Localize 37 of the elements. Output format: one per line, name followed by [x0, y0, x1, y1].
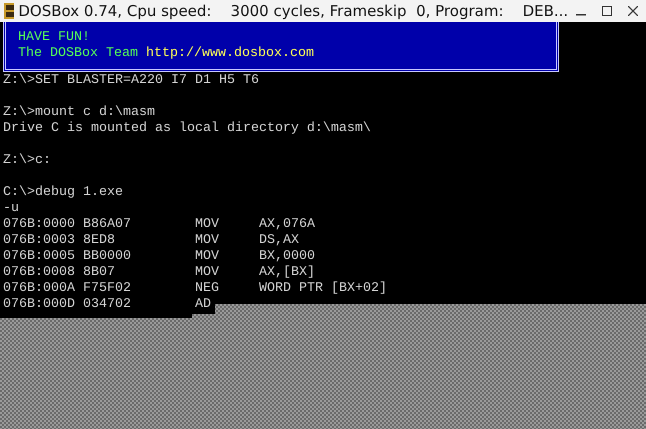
machine-code-text: B86A07 [83, 217, 132, 233]
console-line: Z:\>mount c d:\masm [2, 105, 156, 121]
mnemonic-text: MOV [195, 233, 220, 249]
machine-code-text: 8ED8 [83, 233, 116, 249]
banner-text: HAVE FUN! [18, 30, 90, 46]
console-line: C:\>debug 1.exe [2, 185, 124, 201]
address-text: 076B:0003 [3, 233, 76, 249]
dosbox-logo-icon [4, 3, 14, 19]
window-title: DOSBox 0.74, Cpu speed: 3000 cycles, Frameskip 0, Program: DEB... [18, 2, 568, 20]
operand-text: WORD PTR [BX+02] [259, 281, 388, 297]
address-text: 076B:0005 [3, 249, 76, 265]
machine-code-text: BB0000 [83, 249, 132, 265]
close-icon [628, 6, 638, 16]
mnemonic-text: MOV [195, 249, 220, 265]
banner-text: The DOSBox Team [18, 46, 138, 62]
machine-code-text: 034702 [83, 297, 132, 313]
maximize-icon [602, 6, 612, 16]
machine-code-text: F75F02 [83, 281, 132, 297]
address-text: 076B:000D [3, 297, 76, 313]
operand-text: DS,AX [259, 233, 300, 249]
console-line: Z:\>SET BLASTER=A220 I7 D1 H5 T6 [2, 73, 260, 89]
mnemonic-text: MOV [195, 217, 220, 233]
address-text: 076B:0000 [3, 217, 76, 233]
mnemonic-text: MOV [195, 265, 220, 281]
operand-text: AX,[BX] [259, 265, 316, 281]
minimize-icon [576, 14, 586, 16]
operand-text: AX,076A [259, 217, 316, 233]
address-text: 076B:0008 [3, 265, 76, 281]
console-line: Drive C is mounted as local directory d:\masm\ [2, 121, 372, 137]
website-link[interactable]: http://www.dosbox.com [146, 46, 314, 62]
console-line: -u [2, 201, 20, 217]
console-line: Z:\>c: [2, 153, 52, 169]
mnemonic-text: AD [195, 297, 212, 313]
mnemonic-text: NEG [195, 281, 220, 297]
address-text: 076B:000A [3, 281, 76, 297]
machine-code-text: 8B07 [83, 265, 116, 281]
operand-text: BX,0000 [259, 249, 316, 265]
